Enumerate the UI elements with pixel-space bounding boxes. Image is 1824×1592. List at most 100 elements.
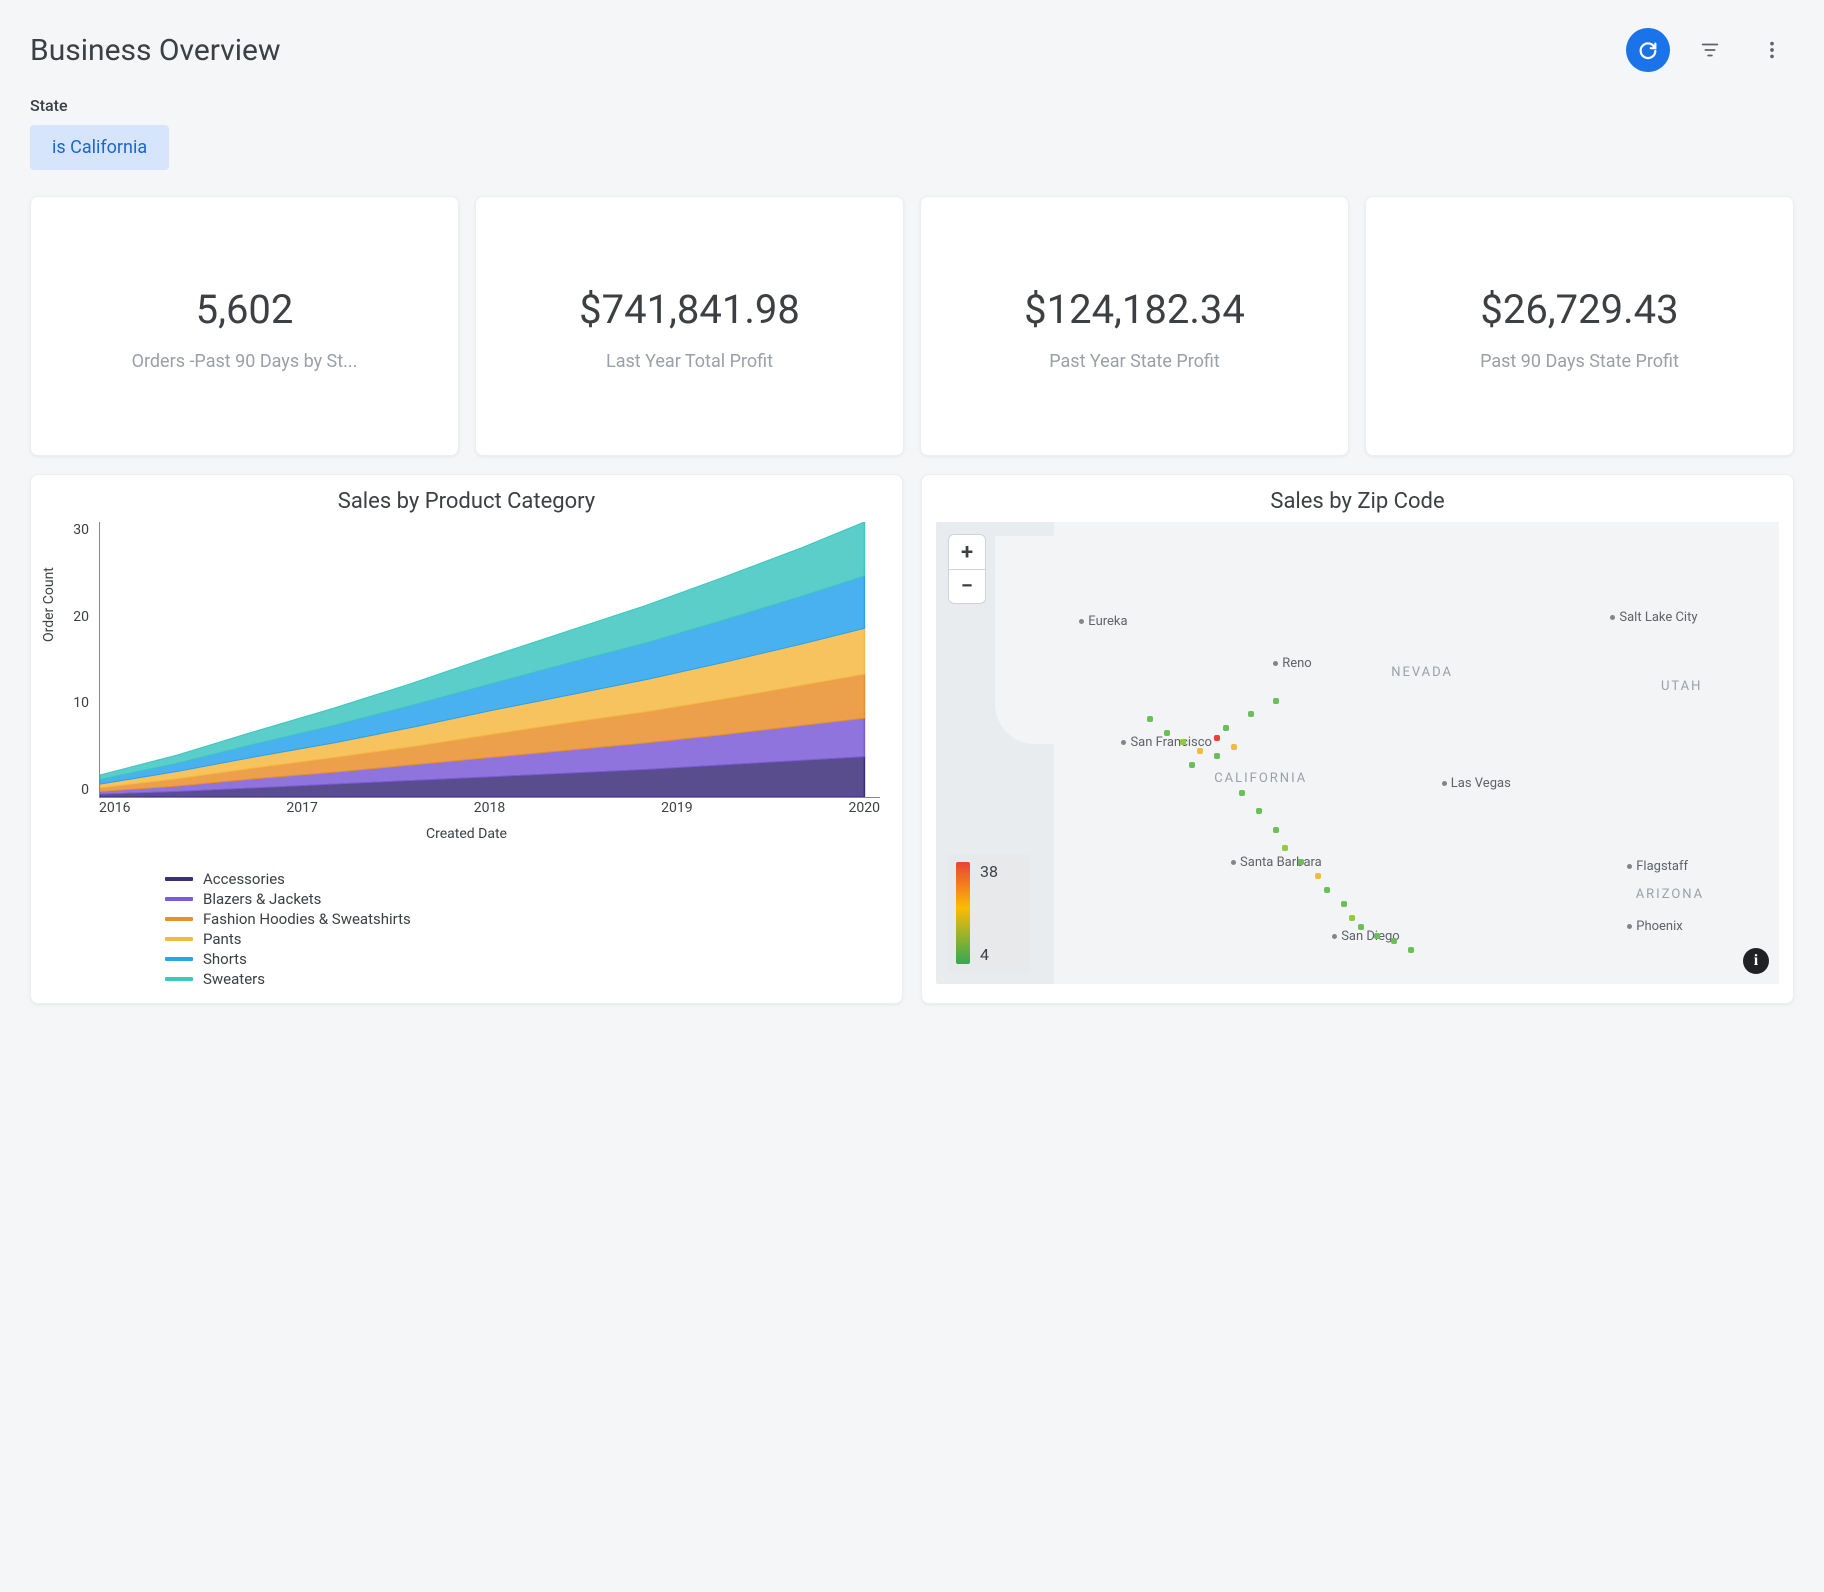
chart-panel: Sales by Product Category Order Count 30… [30, 474, 903, 1004]
map-zip-dot [1147, 716, 1153, 722]
filter-label: State [30, 96, 1794, 115]
header: Business Overview [30, 28, 1794, 72]
map-city-label: Salt Lake City [1610, 610, 1697, 625]
map-state-label: CALIFORNIA [1214, 771, 1307, 786]
refresh-icon [1637, 39, 1659, 61]
map-zoom-controls: + − [948, 534, 986, 604]
kpi-card-past-90-days-state-profit[interactable]: $26,729.43 Past 90 Days State Profit [1365, 196, 1794, 456]
x-tick: 2017 [286, 800, 317, 822]
chart-y-axis: 30 20 10 0 [45, 522, 95, 798]
map-city-label: Eureka [1079, 614, 1127, 629]
kpi-label: Past Year State Profit [1049, 351, 1220, 372]
x-tick: 2020 [849, 800, 880, 822]
page-title: Business Overview [30, 33, 281, 68]
map-state-label: ARIZONA [1636, 887, 1704, 902]
kpi-card-orders[interactable]: 5,602 Orders -Past 90 Days by St... [30, 196, 459, 456]
refresh-button[interactable] [1626, 28, 1670, 72]
more-menu-button[interactable] [1750, 28, 1794, 72]
map-state-label: UTAH [1661, 679, 1702, 694]
y-tick: 0 [81, 782, 89, 798]
map-zip-dot [1273, 827, 1279, 833]
legend-swatch [165, 917, 193, 921]
y-tick: 30 [73, 522, 89, 538]
legend-swatch [165, 877, 193, 881]
kpi-row: 5,602 Orders -Past 90 Days by St... $741… [30, 196, 1794, 456]
kpi-card-last-year-profit[interactable]: $741,841.98 Last Year Total Profit [475, 196, 904, 456]
map-state-label: NEVADA [1391, 665, 1453, 680]
kpi-value: $124,182.34 [1024, 286, 1245, 333]
map-color-legend: 38 4 [948, 854, 1030, 972]
map-zip-dot [1282, 845, 1288, 851]
map-zip-dot [1214, 753, 1220, 759]
legend-item[interactable]: Sweaters [165, 970, 888, 988]
legend-label: Fashion Hoodies & Sweatshirts [203, 910, 411, 928]
filter-chip-state[interactable]: is California [30, 125, 169, 170]
kpi-value: 5,602 [196, 286, 294, 333]
map-zip-dot [1349, 915, 1355, 921]
map-city-label: Flagstaff [1627, 859, 1688, 874]
map-zoom-out-button[interactable]: − [949, 569, 985, 603]
legend-item[interactable]: Blazers & Jackets [165, 890, 888, 908]
legend-swatch [165, 897, 193, 901]
map-zip-dot [1358, 924, 1364, 930]
map-legend-low: 4 [980, 945, 998, 964]
map-zip-dot [1214, 735, 1220, 741]
y-tick: 10 [73, 695, 89, 711]
map-panel: Sales by Zip Code + − 38 4 i Eureka Reno [921, 474, 1794, 1004]
map-zip-dot [1180, 739, 1186, 745]
map-legend-gradient [956, 862, 970, 964]
map-info-button[interactable]: i [1743, 948, 1769, 974]
legend-swatch [165, 957, 193, 961]
filter-button[interactable] [1688, 28, 1732, 72]
panels-row: Sales by Product Category Order Count 30… [30, 474, 1794, 1004]
filter-icon [1699, 39, 1721, 61]
chart-plot-area[interactable]: Order Count 30 20 10 0 2016 2017 2018 20… [45, 522, 888, 822]
map-zip-dot [1189, 762, 1195, 768]
map-zip-dot [1223, 725, 1229, 731]
map-zip-dot [1374, 933, 1380, 939]
chart-x-axis: 2016 2017 2018 2019 2020 [99, 800, 880, 822]
legend-swatch [165, 937, 193, 941]
map-zip-dot [1391, 938, 1397, 944]
map-zoom-in-button[interactable]: + [949, 535, 985, 569]
header-actions [1626, 28, 1794, 72]
map-zip-dot [1239, 790, 1245, 796]
chart-x-axis-label: Created Date [45, 826, 888, 842]
kpi-card-past-year-state-profit[interactable]: $124,182.34 Past Year State Profit [920, 196, 1349, 456]
map-zip-dot [1231, 744, 1237, 750]
legend-item[interactable]: Shorts [165, 950, 888, 968]
x-tick: 2019 [661, 800, 692, 822]
x-tick: 2016 [99, 800, 130, 822]
map-city-label: Phoenix [1627, 919, 1682, 934]
x-tick: 2018 [474, 800, 505, 822]
kpi-label: Orders -Past 90 Days by St... [132, 351, 358, 372]
map-zip-dot [1341, 901, 1347, 907]
legend-label: Blazers & Jackets [203, 890, 321, 908]
map-canvas[interactable]: + − 38 4 i Eureka Reno San Francisco San… [936, 522, 1779, 984]
more-vertical-icon [1761, 39, 1783, 61]
map-title: Sales by Zip Code [936, 489, 1779, 514]
y-tick: 20 [73, 609, 89, 625]
legend-label: Pants [203, 930, 241, 948]
map-zip-dot [1408, 947, 1414, 953]
legend-swatch [165, 977, 193, 981]
legend-item[interactable]: Fashion Hoodies & Sweatshirts [165, 910, 888, 928]
legend-item[interactable]: Accessories [165, 870, 888, 888]
chart-title: Sales by Product Category [45, 489, 888, 514]
map-city-label: Reno [1273, 656, 1312, 671]
legend-label: Accessories [203, 870, 285, 888]
kpi-label: Last Year Total Profit [606, 351, 773, 372]
map-zip-dot [1315, 873, 1321, 879]
map-zip-dot [1324, 887, 1330, 893]
map-zip-dot [1164, 730, 1170, 736]
kpi-value: $26,729.43 [1480, 286, 1678, 333]
kpi-label: Past 90 Days State Profit [1480, 351, 1679, 372]
map-city-label: San Diego [1332, 929, 1400, 944]
map-zip-dot [1248, 711, 1254, 717]
legend-item[interactable]: Pants [165, 930, 888, 948]
filter-block: State is California [30, 96, 1794, 170]
chart-legend: Accessories Blazers & Jackets Fashion Hood… [45, 870, 888, 988]
map-city-label: San Francisco [1121, 735, 1212, 750]
map-zip-dot [1273, 698, 1279, 704]
chart-canvas [99, 522, 880, 798]
